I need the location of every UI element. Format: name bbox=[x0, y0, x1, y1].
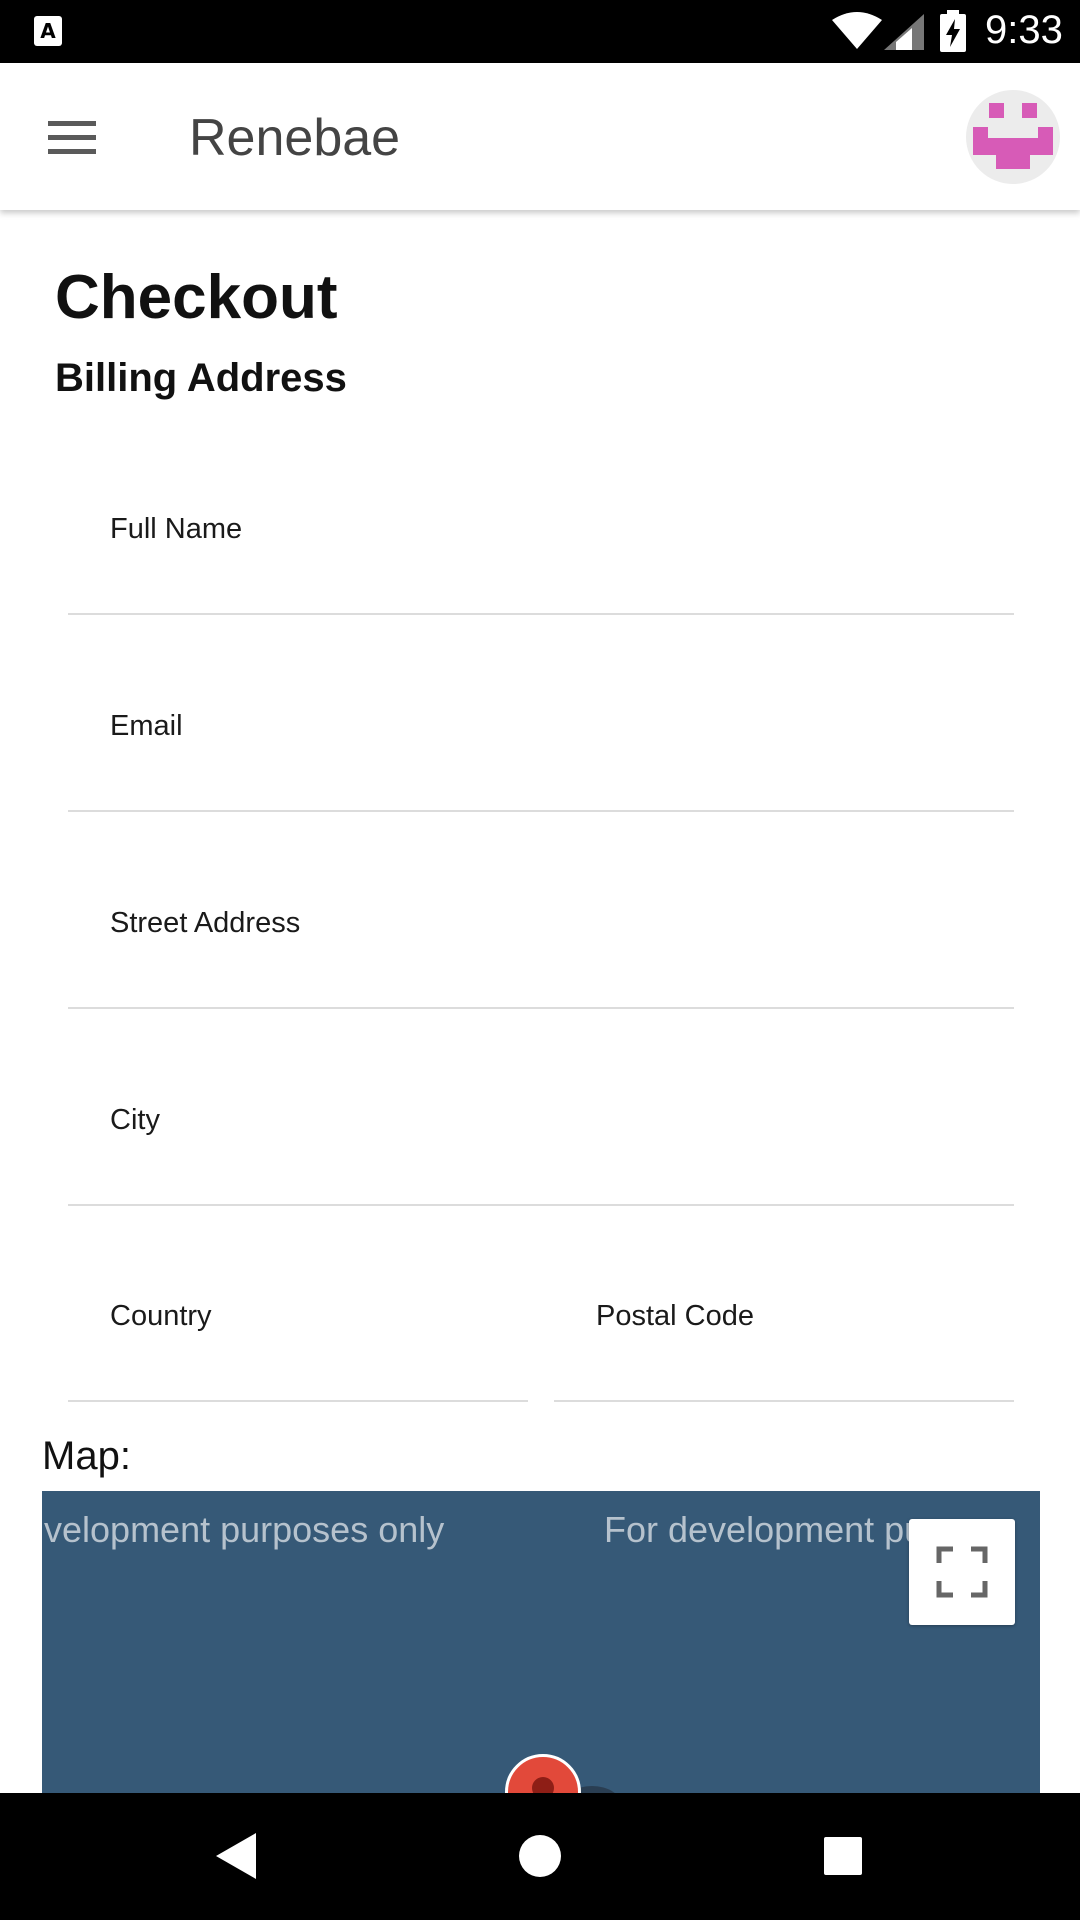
full-name-field: Full Name bbox=[68, 513, 1014, 615]
email-label: Email bbox=[110, 710, 183, 742]
email-input[interactable] bbox=[110, 754, 919, 804]
city-input[interactable] bbox=[110, 1148, 919, 1198]
a-notification-icon: A bbox=[34, 16, 62, 46]
street-address-label: Street Address bbox=[110, 907, 301, 939]
cell-signal-icon bbox=[884, 14, 924, 50]
country-input[interactable] bbox=[110, 1344, 505, 1394]
section-title: Billing Address bbox=[55, 356, 347, 400]
map-label: Map: bbox=[42, 1434, 131, 1478]
back-triangle-icon[interactable] bbox=[212, 1829, 260, 1883]
navigation-bar bbox=[0, 1793, 1080, 1920]
country-label: Country bbox=[110, 1300, 212, 1332]
fullscreen-icon bbox=[936, 1546, 988, 1598]
postal-code-label: Postal Code bbox=[596, 1300, 754, 1332]
battery-charging-icon bbox=[940, 10, 966, 52]
map-marker-icon[interactable] bbox=[505, 1754, 581, 1793]
street-address-field: Street Address bbox=[68, 907, 1014, 1009]
identicon-avatar-icon bbox=[973, 103, 1053, 169]
postal-code-field: Postal Code bbox=[554, 1300, 1014, 1402]
fullscreen-button[interactable] bbox=[909, 1519, 1015, 1625]
avatar[interactable] bbox=[966, 90, 1060, 184]
recents-square-icon[interactable] bbox=[818, 1829, 868, 1883]
full-name-label: Full Name bbox=[110, 513, 243, 545]
street-address-input[interactable] bbox=[110, 951, 919, 1001]
menu-button[interactable] bbox=[34, 103, 112, 171]
map-view[interactable]: velopment purposes only For development … bbox=[42, 1491, 1040, 1793]
status-clock: 9:33 bbox=[985, 8, 1063, 52]
home-circle-icon[interactable] bbox=[515, 1829, 565, 1883]
page-title: Checkout bbox=[55, 263, 338, 332]
app-bar: Renebae bbox=[0, 63, 1080, 210]
city-label: City bbox=[110, 1104, 160, 1136]
map-watermark-left: velopment purposes only bbox=[44, 1509, 445, 1550]
country-field: Country bbox=[68, 1300, 528, 1402]
postal-code-input[interactable] bbox=[596, 1344, 991, 1394]
email-field: Email bbox=[68, 710, 1014, 812]
status-bar: A 9:33 bbox=[0, 0, 1080, 63]
app-title: Renebae bbox=[189, 109, 401, 167]
wifi-icon bbox=[832, 12, 882, 49]
full-name-input[interactable] bbox=[110, 557, 919, 607]
city-field: City bbox=[68, 1104, 1014, 1206]
